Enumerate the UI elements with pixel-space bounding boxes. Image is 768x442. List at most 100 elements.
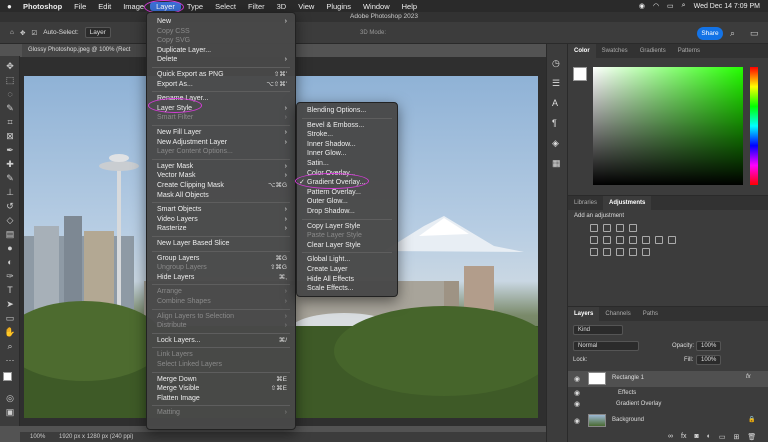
opacity-input[interactable]: 100% [696, 341, 722, 351]
curves-icon[interactable] [616, 224, 624, 232]
layer-menu-item-export-as[interactable]: Export As... ⌥⇧⌘' [157, 80, 287, 90]
color-lookup-icon[interactable] [668, 236, 676, 244]
layer-menu-item-rasterize[interactable]: Rasterize › [157, 224, 287, 234]
layer-style-item-create-layer[interactable]: Create Layer [307, 265, 389, 275]
add-mask-icon[interactable]: ◙ [694, 433, 698, 441]
3d-panel-icon[interactable]: ◈ [552, 138, 559, 149]
photo-filter-icon[interactable] [642, 236, 650, 244]
levels-icon[interactable] [603, 224, 611, 232]
search-panel-icon[interactable]: ⌕ [730, 28, 735, 39]
blend-mode-select[interactable]: Normal [573, 341, 639, 351]
layer-menu-item-new-adjustment-layer[interactable]: New Adjustment Layer › [157, 138, 287, 148]
frame-icon[interactable]: ⊠ [4, 130, 16, 142]
layer-style-item-satin[interactable]: Satin... [307, 159, 389, 169]
marquee-icon[interactable]: ⬚ [4, 74, 16, 86]
layer-row-rectangle[interactable]: ◉ Rectangle 1 fx [568, 371, 768, 387]
foreground-color-swatch[interactable] [3, 372, 12, 381]
new-group-icon[interactable]: ▭ [719, 433, 726, 441]
layer-menu-item-video-layers[interactable]: Video Layers › [157, 215, 287, 225]
menu-select[interactable]: Select [209, 2, 242, 11]
auto-select-target[interactable]: Layer [84, 27, 111, 38]
tab-swatches[interactable]: Swatches [596, 44, 634, 58]
channel-mixer-icon[interactable] [655, 236, 663, 244]
fill-input[interactable]: 100% [696, 355, 722, 365]
move-icon[interactable]: ✥ [4, 60, 16, 72]
fx-icon[interactable]: fx [746, 374, 751, 380]
layer-menu-item-combine-shapes[interactable]: Combine Shapes › [157, 297, 287, 307]
menu-window[interactable]: Window [357, 2, 396, 11]
threshold-icon[interactable] [616, 248, 624, 256]
history-panel-icon[interactable]: ◷ [552, 58, 560, 69]
background-eye-icon[interactable]: ◉ [574, 417, 580, 425]
healing-icon[interactable]: ✚ [4, 158, 16, 170]
gradient-icon[interactable]: ▤ [4, 228, 16, 240]
new-layer-icon[interactable]: ⊞ [734, 433, 740, 441]
menu-help[interactable]: Help [396, 2, 423, 11]
layer-menu-item-align-layers-to-selection[interactable]: Align Layers to Selection › [157, 312, 287, 322]
layer-style-item-copy-layer-style[interactable]: Copy Layer Style [307, 222, 389, 232]
layer-menu-item-copy-css[interactable]: Copy CSS [157, 27, 287, 37]
eyedropper-icon[interactable]: ✒ [4, 144, 16, 156]
layer-menu-item-select-linked-layers[interactable]: Select Linked Layers [157, 360, 287, 370]
layer-menu-item-layer-content-options[interactable]: Layer Content Options... [157, 147, 287, 157]
share-button[interactable]: Share [697, 27, 723, 40]
menu-app[interactable]: Photoshop [17, 2, 68, 11]
lock-icon[interactable]: 🔒 [748, 416, 755, 423]
selective-color-icon[interactable] [642, 248, 650, 256]
layer-name[interactable]: Rectangle 1 [612, 375, 644, 381]
properties-panel-icon[interactable]: ☰ [552, 78, 560, 89]
color-field[interactable] [593, 67, 743, 185]
menu-type[interactable]: Type [181, 2, 209, 11]
layer-row-background[interactable]: ◉ Background 🔒 [568, 413, 768, 429]
layer-style-item-scale-effects[interactable]: Scale Effects... [307, 284, 389, 294]
layer-menu-item-merge-visible[interactable]: Merge Visible ⇧⌘E [157, 384, 287, 394]
bw-icon[interactable] [629, 236, 637, 244]
layer-menu-item-smart-filter[interactable]: Smart Filter › [157, 113, 287, 123]
clock[interactable]: Wed Dec 14 7:09 PM [694, 3, 760, 10]
link-icon[interactable]: ∞ [668, 433, 673, 441]
gradient-map-icon[interactable] [629, 248, 637, 256]
image-panel-icon[interactable]: ▦ [552, 158, 561, 169]
layer-style-item-pattern-overlay[interactable]: Pattern Overlay... [307, 188, 389, 198]
layer-style-item-bevel-emboss[interactable]: Bevel & Emboss... [307, 121, 389, 131]
foreground-color[interactable] [573, 67, 587, 81]
workspace-icon[interactable]: ▭ [750, 28, 759, 39]
layer-style-item-drop-shadow[interactable]: Drop Shadow... [307, 207, 389, 217]
layer-style-item-outer-glow[interactable]: Outer Glow... [307, 197, 389, 207]
path-select-icon[interactable]: ➤ [4, 298, 16, 310]
crop-icon[interactable]: ⌗ [4, 116, 16, 128]
screen-mode-icon[interactable]: ▣ [4, 406, 16, 418]
quick-select-icon[interactable]: ✎ [4, 102, 16, 114]
lasso-icon[interactable]: ◌ [4, 88, 16, 100]
menu-filter[interactable]: Filter [242, 2, 271, 11]
eraser-icon[interactable]: ◇ [4, 214, 16, 226]
layer-menu-item-merge-down[interactable]: Merge Down ⌘E [157, 375, 287, 385]
layer-style-item-stroke[interactable]: Stroke... [307, 130, 389, 140]
zoom-icon[interactable]: ⌕ [4, 340, 16, 352]
layer-menu-item-distribute[interactable]: Distribute › [157, 321, 287, 331]
layer-menu-item-duplicate-layer[interactable]: Duplicate Layer... [157, 46, 287, 56]
posterize-icon[interactable] [603, 248, 611, 256]
layer-menu-item-vector-mask[interactable]: Vector Mask › [157, 171, 287, 181]
gradient-overlay-eye-icon[interactable]: ◉ [574, 400, 580, 408]
menu-view[interactable]: View [292, 2, 320, 11]
menu-plugins[interactable]: Plugins [320, 2, 357, 11]
gradient-overlay-effect-row[interactable]: ◉ Gradient Overlay [568, 400, 768, 410]
color-balance-icon[interactable] [616, 236, 624, 244]
status-icon[interactable]: ◉ [639, 2, 645, 10]
type-icon[interactable]: T [4, 284, 16, 296]
quick-mask-icon[interactable]: ◎ [4, 392, 16, 404]
move-tool-icon[interactable]: ✥ [20, 29, 25, 37]
dodge-icon[interactable]: ◐ [4, 256, 16, 268]
apple-icon[interactable]: ● [7, 2, 17, 11]
hand-icon[interactable]: ✋ [4, 326, 16, 338]
tab-channels[interactable]: Channels [599, 307, 636, 321]
battery-icon[interactable]: ▭ [667, 2, 674, 10]
layer-style-item-inner-shadow[interactable]: Inner Shadow... [307, 140, 389, 150]
layer-menu-item-mask-all-objects[interactable]: Mask All Objects [157, 191, 287, 201]
tab-color[interactable]: Color [568, 44, 596, 58]
tab-patterns[interactable]: Patterns [672, 44, 706, 58]
history-brush-icon[interactable]: ↺ [4, 200, 16, 212]
tab-layers[interactable]: Layers [568, 307, 600, 321]
brightness-icon[interactable] [590, 224, 598, 232]
